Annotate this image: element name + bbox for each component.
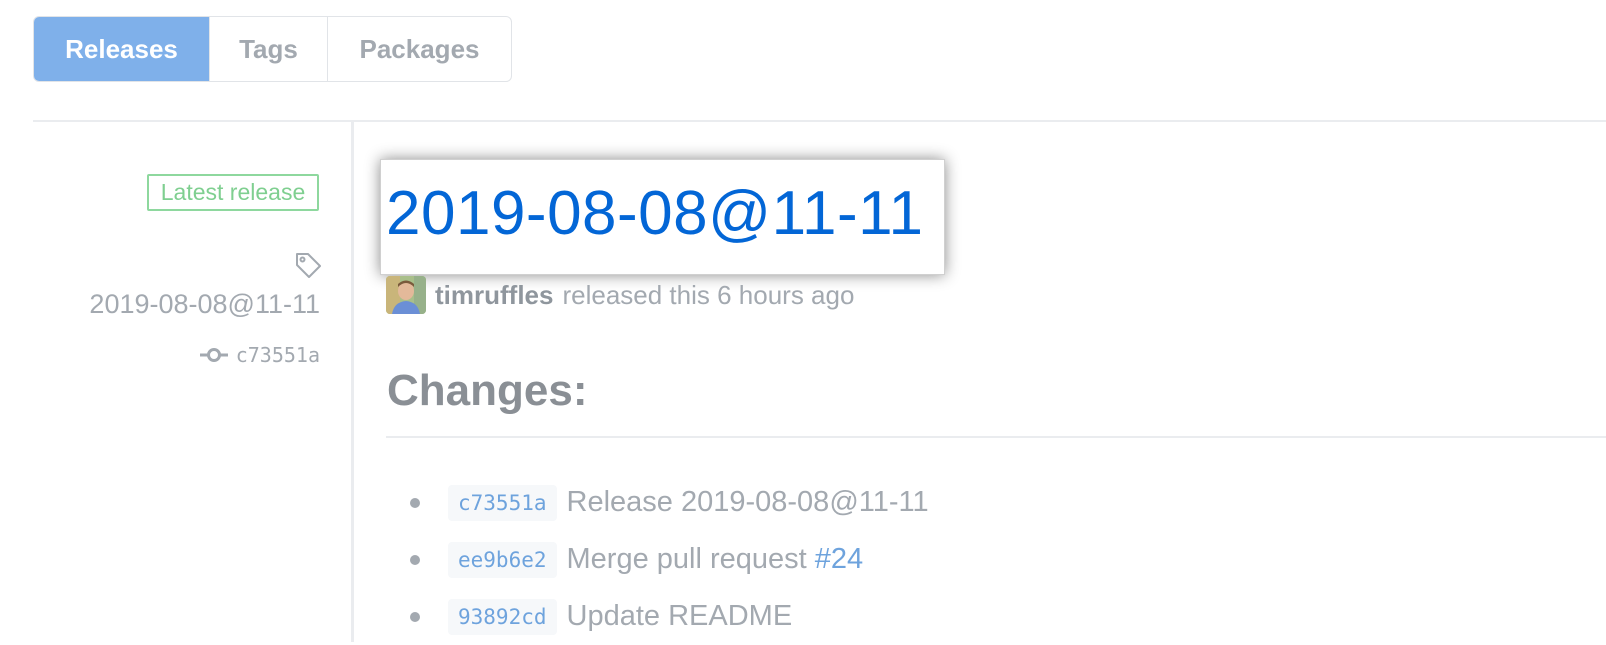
list-item: ee9b6e2 Merge pull request #24 [410,531,929,588]
tab-packages[interactable]: Packages [328,17,511,81]
commit-sha-link[interactable]: ee9b6e2 [448,541,557,578]
release-title[interactable]: 2019-08-08@11-11 [386,178,923,249]
bullet [410,497,420,508]
changes-heading: Changes: [387,366,588,415]
pull-request-link[interactable]: #24 [815,543,863,576]
changes-divider [386,436,1606,438]
change-message: Update README [566,600,793,632]
sidebar-commit-link[interactable]: c73551a [199,343,320,367]
sidebar-commit-sha: c73551a [235,343,320,367]
git-commit-icon [199,348,228,362]
bullet [410,554,420,565]
avatar[interactable] [386,276,426,314]
list-item: 93892cd Update README [410,588,929,645]
tag-icon [296,253,321,278]
latest-release-badge: Latest release [147,174,319,211]
change-message: Merge pull request [566,543,807,575]
release-tabs: Releases Tags Packages [33,16,512,82]
author-link[interactable]: timruffles [435,280,553,311]
sidebar-tag-link[interactable]: 2019-08-08@11-11 [89,289,320,320]
tab-tags[interactable]: Tags [210,17,328,81]
list-item: c73551a Release 2019-08-08@11-11 [410,474,929,531]
timeline-divider [351,122,354,642]
release-meta: timruffles released this 6 hours ago [386,276,854,314]
tab-releases[interactable]: Releases [34,17,210,81]
commit-sha-link[interactable]: 93892cd [448,598,557,635]
changes-list: c73551a Release 2019-08-08@11-11 ee9b6e2… [410,474,929,645]
top-divider [33,120,1606,122]
commit-sha-link[interactable]: c73551a [448,484,557,521]
release-meta-text: released this 6 hours ago [562,279,855,310]
avatar-image [386,276,426,314]
bullet [410,611,420,622]
change-message: Release 2019-08-08@11-11 [566,486,929,518]
